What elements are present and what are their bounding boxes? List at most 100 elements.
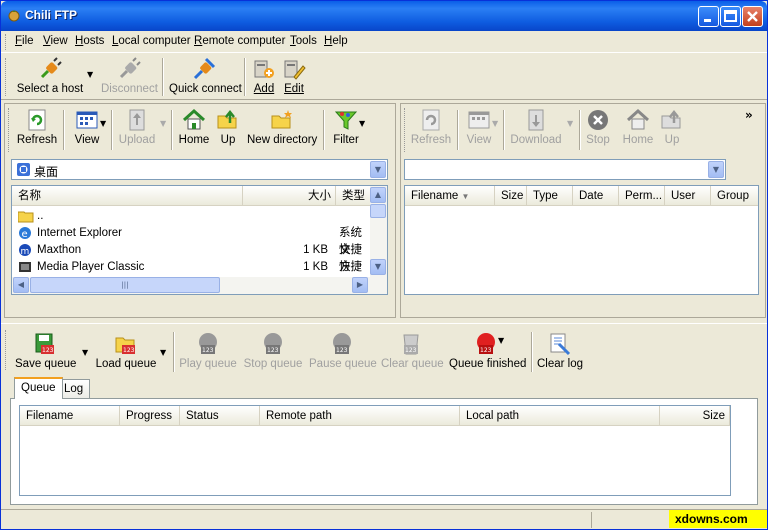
col-header-filename[interactable]: Filename — [20, 406, 120, 426]
col-header-name[interactable]: 名称 — [12, 186, 243, 206]
add-host-button[interactable]: Add — [251, 57, 277, 95]
remote-path-dropdown-button[interactable]: ▼ — [708, 161, 724, 178]
maxthon-icon: m — [19, 244, 31, 257]
col-header-type[interactable]: Type — [527, 186, 573, 206]
col-header-permissions[interactable]: Perm... — [619, 186, 665, 206]
select-host-label: Select a host — [16, 83, 84, 95]
edit-host-button[interactable]: Edit — [281, 57, 307, 95]
refresh-icon — [422, 109, 440, 131]
maximize-button[interactable] — [720, 6, 741, 27]
col-header-size[interactable]: Size — [660, 406, 730, 426]
local-view-label: View — [74, 134, 100, 146]
remote-file-list[interactable]: Filename ▼ Size Type Date Perm... User G… — [404, 185, 759, 295]
clear-log-button[interactable]: Clear log — [537, 332, 583, 370]
list-item[interactable]: .. — [12, 208, 372, 225]
queue-list[interactable]: Filename Progress Status Remote path Loc… — [19, 405, 731, 496]
remote-toolbar-grip[interactable] — [404, 108, 407, 152]
col-header-date[interactable]: Date — [573, 186, 619, 206]
stop-queue-button[interactable]: 123 Stop queue — [243, 332, 303, 370]
toolbar-grip[interactable] — [5, 58, 8, 96]
col-header-remote-path[interactable]: Remote path — [260, 406, 460, 426]
stop-icon — [588, 110, 608, 130]
remote-up-button[interactable]: Up — [659, 108, 685, 146]
toolbar-overflow-chevron[interactable]: » — [745, 108, 753, 122]
close-button[interactable] — [742, 6, 763, 27]
download-button[interactable]: Download — [509, 108, 563, 146]
queue-finished-button[interactable]: 123 Queue finished — [449, 332, 526, 370]
horizontal-scroll-thumb[interactable]: ||| — [30, 277, 220, 293]
remote-refresh-button[interactable]: Refresh — [409, 108, 453, 146]
filter-button[interactable]: Filter — [331, 108, 361, 146]
minimize-button[interactable] — [698, 6, 719, 27]
local-vertical-scrollbar[interactable]: ▲ ▼ — [370, 186, 387, 277]
menu-tools[interactable]: Tools — [290, 35, 317, 47]
queue-panel: Filename Progress Status Remote path Loc… — [10, 398, 758, 505]
tab-queue-label: Queue — [21, 382, 56, 394]
tab-queue[interactable]: Queue — [14, 377, 63, 399]
menu-view-label: iew — [50, 35, 68, 47]
select-host-button[interactable]: Select a host — [15, 57, 85, 95]
col-header-size[interactable]: Size — [495, 186, 527, 206]
sort-arrow-icon: ▼ — [461, 192, 470, 201]
upload-button[interactable]: Upload — [117, 108, 157, 146]
menu-remote-computer[interactable]: Remote computer — [194, 35, 285, 47]
download-dropdown-arrow[interactable]: ▼ — [567, 119, 573, 128]
quick-connect-button[interactable]: Quick connect — [169, 57, 242, 95]
queue-toolbar: 123 Save queue ▼ 123 Load queue ▼ 123 Pl… — [1, 323, 767, 373]
filter-label: Filter — [333, 134, 359, 146]
list-item[interactable]: e Internet Explorer 系统文 — [12, 225, 372, 256]
local-up-button[interactable]: Up — [215, 108, 241, 146]
scroll-right-button[interactable]: ▶ — [352, 277, 368, 293]
clear-queue-button[interactable]: 123 Clear queue — [381, 332, 444, 370]
local-path-combobox[interactable]: 桌面 ▼ — [11, 159, 388, 180]
stop-button[interactable]: Stop — [583, 108, 613, 146]
scroll-left-button[interactable]: ◀ — [13, 277, 29, 293]
save-queue-button[interactable]: 123 Save queue — [15, 332, 76, 370]
scroll-down-button[interactable]: ▼ — [370, 259, 386, 275]
disconnect-button[interactable]: Disconnect — [101, 57, 158, 95]
menu-grip[interactable] — [5, 34, 8, 50]
list-item[interactable]: m Maxthon 1 KB 快捷方 — [12, 242, 372, 273]
menu-help[interactable]: Help — [324, 35, 348, 47]
remote-view-dropdown-arrow[interactable]: ▼ — [492, 119, 498, 128]
scroll-thumb[interactable] — [370, 204, 386, 218]
load-queue-dropdown-arrow[interactable]: ▼ — [160, 348, 166, 357]
list-item[interactable]: Media Player Classic 1 KB 快捷方 — [12, 259, 372, 290]
play-queue-button[interactable]: 123 Play queue — [179, 332, 237, 370]
col-header-group[interactable]: Group — [711, 186, 758, 206]
local-path-dropdown-button[interactable]: ▼ — [370, 161, 386, 178]
col-header-filename[interactable]: Filename ▼ — [405, 186, 495, 206]
col-header-size[interactable]: 大小 — [243, 186, 336, 206]
remote-path-combobox[interactable]: ▼ — [404, 159, 726, 180]
menu-hosts[interactable]: Hosts — [75, 35, 104, 47]
local-home-button[interactable]: Home — [177, 108, 211, 146]
filter-dropdown-arrow[interactable]: ▼ — [359, 119, 365, 128]
upload-dropdown-arrow[interactable]: ▼ — [160, 119, 166, 128]
local-toolbar-grip[interactable] — [8, 108, 11, 152]
local-refresh-button[interactable]: Refresh — [15, 108, 59, 146]
col-header-progress[interactable]: Progress — [120, 406, 180, 426]
save-queue-dropdown-arrow[interactable]: ▼ — [82, 348, 88, 357]
pause-queue-button[interactable]: 123 Pause queue — [309, 332, 377, 370]
queue-finished-dropdown-arrow[interactable]: ▼ — [498, 336, 504, 345]
col-header-status[interactable]: Status — [180, 406, 260, 426]
scroll-up-button[interactable]: ▲ — [370, 187, 386, 203]
menu-local-computer[interactable]: Local computer — [112, 35, 191, 47]
title-bar[interactable]: Chili FTP — [1, 1, 767, 31]
menu-view[interactable]: View — [43, 35, 68, 47]
queue-toolbar-grip[interactable] — [5, 330, 8, 370]
col-header-local-path[interactable]: Local path — [460, 406, 660, 426]
remote-home-button[interactable]: Home — [621, 108, 655, 146]
col-header-user[interactable]: User — [665, 186, 711, 206]
local-view-dropdown-arrow[interactable]: ▼ — [100, 119, 106, 128]
local-file-list[interactable]: 名称 大小 类型 .. e Internet Explorer 系统文 m Ma… — [11, 185, 388, 295]
add-host-label: Add — [253, 83, 275, 95]
load-queue-button[interactable]: 123 Load queue — [95, 332, 157, 370]
new-directory-button[interactable]: New directory — [247, 108, 317, 146]
toolbar-separator — [503, 110, 505, 150]
select-host-dropdown-arrow[interactable]: ▼ — [87, 70, 93, 79]
svg-text:123: 123 — [480, 347, 492, 354]
menu-file[interactable]: File — [15, 35, 34, 47]
local-horizontal-scrollbar[interactable]: ◀ ||| ▶ — [12, 277, 387, 294]
queue-finished-icon: 123 — [477, 333, 495, 354]
